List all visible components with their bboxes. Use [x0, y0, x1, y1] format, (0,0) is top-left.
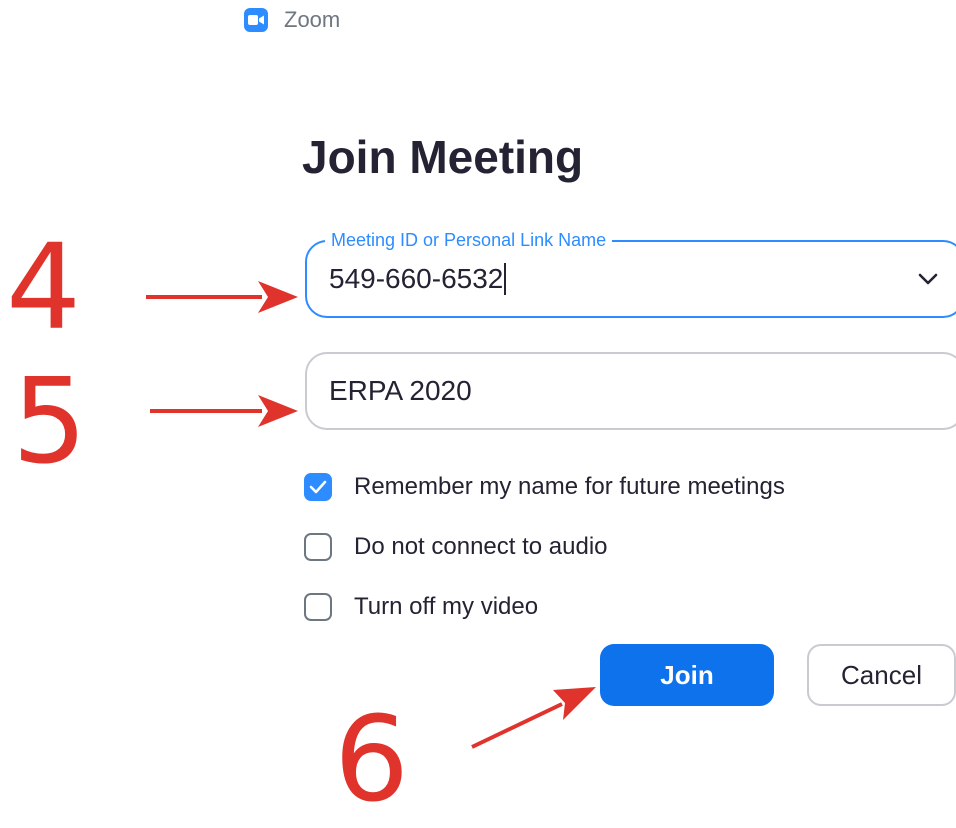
- arrow-step-4: [146, 281, 298, 313]
- annotation-arrows: [146, 281, 596, 749]
- arrow-step-6: [471, 687, 596, 749]
- arrow-step-5: [150, 395, 298, 427]
- step-number-6: 6: [334, 690, 410, 828]
- step-number-5: 5: [12, 352, 88, 490]
- step-number-4: 4: [6, 218, 82, 356]
